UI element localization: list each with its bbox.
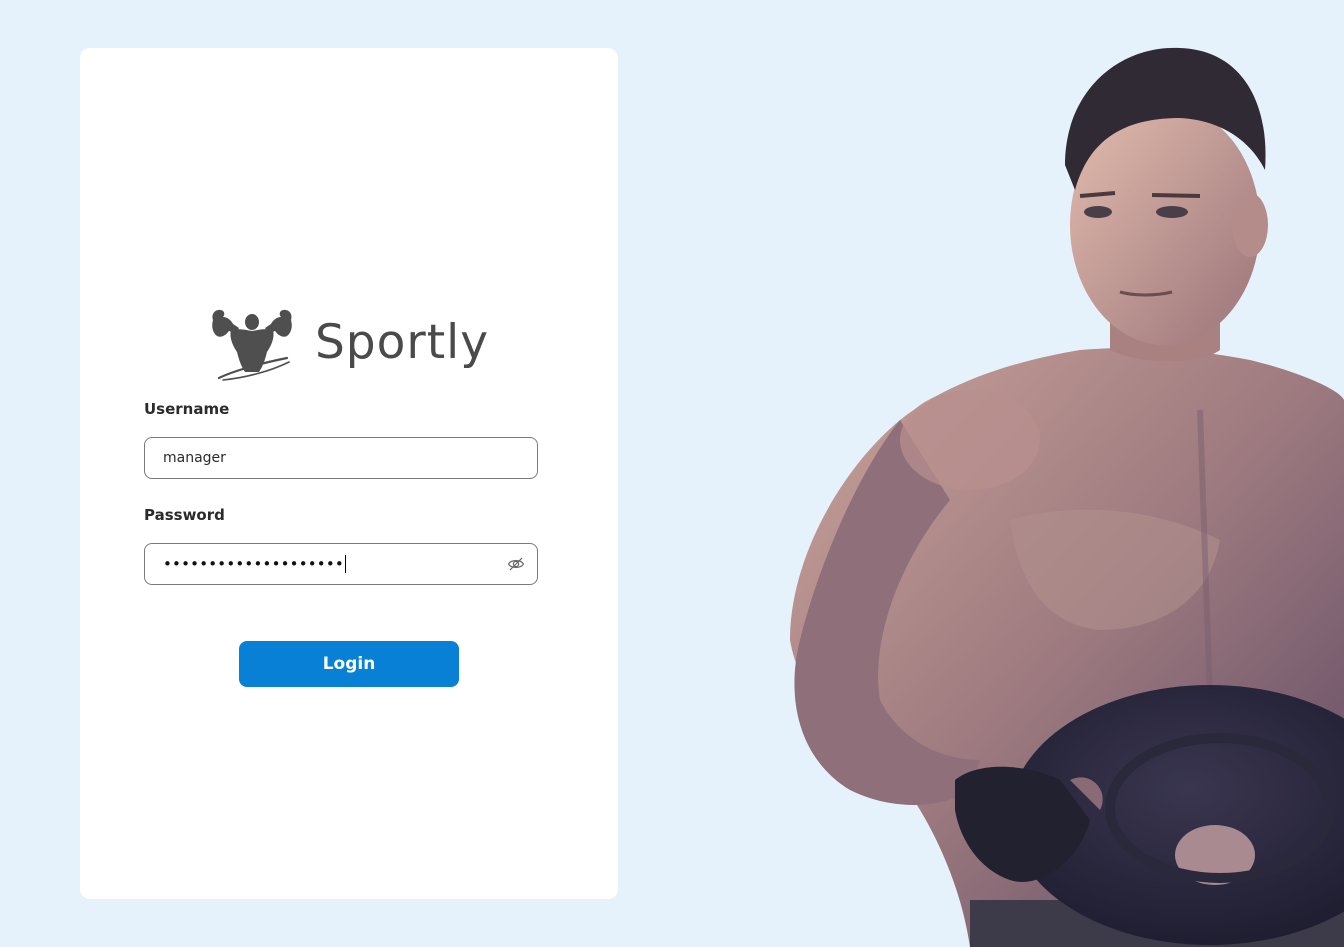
password-label: Password	[144, 506, 225, 524]
password-value: ••••••••••••••••••••	[163, 555, 344, 573]
brand-name: Sportly	[314, 314, 490, 370]
username-value: manager	[163, 450, 226, 466]
flexing-bodybuilder-icon	[212, 309, 292, 381]
login-button[interactable]: Login	[239, 641, 459, 687]
athlete-hero-image	[790, 47, 1344, 947]
login-page: Sportly Username manager Password ••••••…	[0, 0, 1344, 947]
password-input[interactable]: ••••••••••••••••••••	[144, 543, 538, 585]
eye-off-icon[interactable]	[507, 555, 525, 573]
brand-header: Sportly	[80, 304, 618, 384]
text-caret	[344, 555, 346, 573]
username-label: Username	[144, 400, 230, 418]
login-card: Sportly Username manager Password ••••••…	[80, 48, 618, 899]
username-input[interactable]: manager	[144, 437, 538, 479]
